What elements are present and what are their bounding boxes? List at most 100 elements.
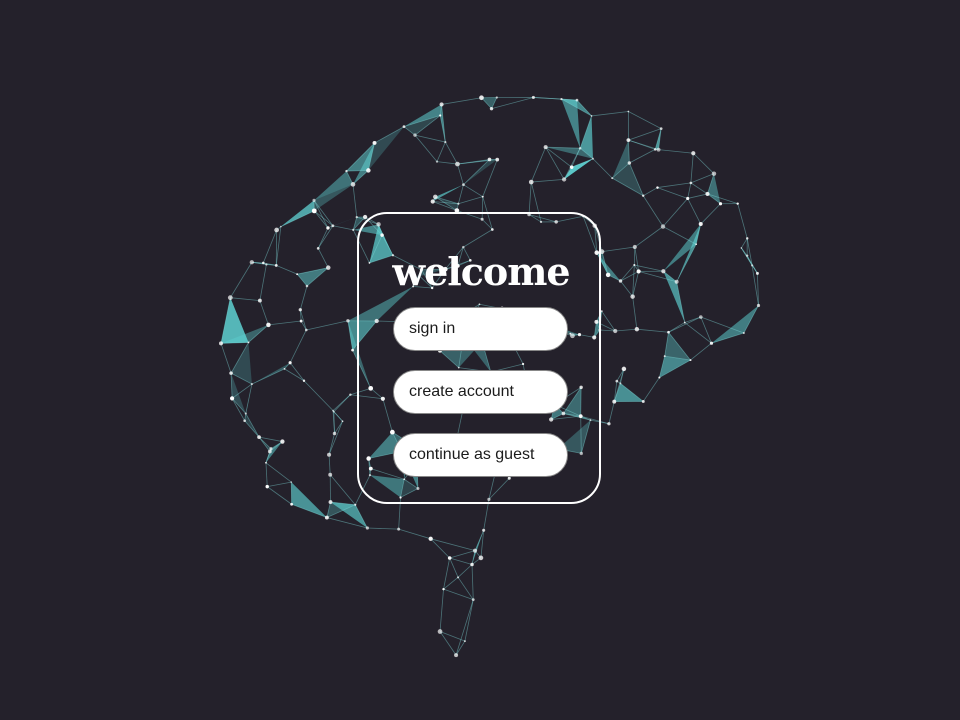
brain-link (642, 377, 660, 402)
brain-node (437, 629, 443, 634)
brain-node (402, 125, 406, 129)
brain-node (345, 169, 348, 173)
brain-node (428, 536, 433, 541)
brain-node (266, 322, 271, 328)
brain-node (435, 160, 439, 163)
brain-facet (291, 482, 327, 518)
brain-node (531, 95, 535, 99)
brain-node (243, 419, 246, 423)
brain-link (430, 538, 476, 552)
brain-link (332, 225, 354, 231)
brain-link (457, 184, 464, 204)
brain-node (495, 157, 500, 162)
brain-node (433, 194, 438, 200)
brain-node (745, 254, 749, 257)
brain-link (313, 210, 329, 229)
brain-link (690, 153, 694, 183)
brain-node (444, 140, 447, 144)
brain-link (439, 589, 444, 632)
brain-link (657, 187, 688, 199)
brain-node (257, 435, 261, 440)
brain-node (663, 355, 666, 358)
brain-node (332, 431, 337, 436)
brain-facet (297, 267, 329, 287)
brain-node (265, 484, 269, 489)
brain-node (487, 157, 492, 162)
brain-link (662, 198, 689, 227)
brain-node (372, 140, 377, 145)
brain-node (302, 379, 306, 382)
brain-link (483, 499, 490, 531)
brain-node (626, 138, 631, 142)
brain-link (245, 383, 253, 414)
continue-as-guest-button[interactable]: continue as guest (393, 433, 568, 477)
brain-node (230, 396, 235, 401)
brain-node (591, 157, 595, 160)
brain-link (545, 146, 565, 180)
brain-node (457, 576, 460, 579)
brain-node (481, 195, 484, 198)
brain-link (620, 271, 639, 282)
brain-node (711, 171, 717, 176)
brain-link (455, 640, 466, 656)
brain-link (289, 362, 305, 381)
brain-node (605, 272, 611, 278)
brain-link (220, 343, 232, 374)
brain-node (283, 367, 286, 370)
brain-link (449, 557, 459, 578)
brain-node (250, 383, 253, 386)
brain-node (355, 215, 358, 219)
brain-node (636, 269, 641, 274)
brain-node (633, 263, 636, 267)
welcome-title: welcome (392, 249, 570, 294)
brain-node (455, 161, 460, 167)
brain-node (351, 348, 354, 352)
brain-node (324, 515, 329, 520)
create-account-button[interactable]: create account (393, 370, 568, 414)
brain-node (442, 587, 445, 591)
brain-node (698, 315, 703, 319)
brain-node (575, 98, 579, 102)
brain-link (531, 178, 565, 183)
brain-node (740, 247, 743, 249)
brain-node (439, 114, 442, 117)
brain-node (290, 481, 293, 483)
brain-node (346, 319, 350, 323)
brain-link (642, 195, 664, 227)
brain-link (457, 163, 464, 185)
brain-node (430, 199, 435, 204)
brain-node (689, 181, 693, 185)
brain-link (230, 297, 260, 301)
brain-link (533, 97, 578, 101)
brain-node (590, 115, 593, 117)
brain-node (656, 147, 661, 152)
brain-link (439, 631, 457, 656)
brain-link (245, 413, 260, 438)
brain-node (661, 269, 666, 274)
brain-facet (251, 362, 291, 385)
brain-node (742, 332, 745, 335)
brain-node (746, 237, 749, 240)
brain-node (366, 168, 371, 173)
brain-node (352, 228, 355, 232)
brain-link (328, 454, 331, 475)
brain-link (687, 193, 708, 199)
brain-link (229, 262, 253, 298)
brain-facet (711, 305, 759, 344)
brain-link (262, 229, 278, 264)
brain-link (471, 564, 474, 600)
brain-node (462, 183, 465, 187)
brain-node (328, 500, 333, 504)
brain-facet (564, 158, 593, 180)
brain-node (495, 96, 498, 99)
brain-node (219, 341, 223, 346)
brain-link (244, 420, 260, 438)
brain-link (687, 198, 702, 225)
brain-link (299, 285, 308, 310)
sign-in-button[interactable]: sign in (393, 307, 568, 351)
brain-link (657, 182, 691, 188)
brain-link (464, 599, 474, 642)
brain-node (612, 399, 617, 404)
brain-node (630, 294, 635, 299)
brain-link (436, 141, 446, 162)
